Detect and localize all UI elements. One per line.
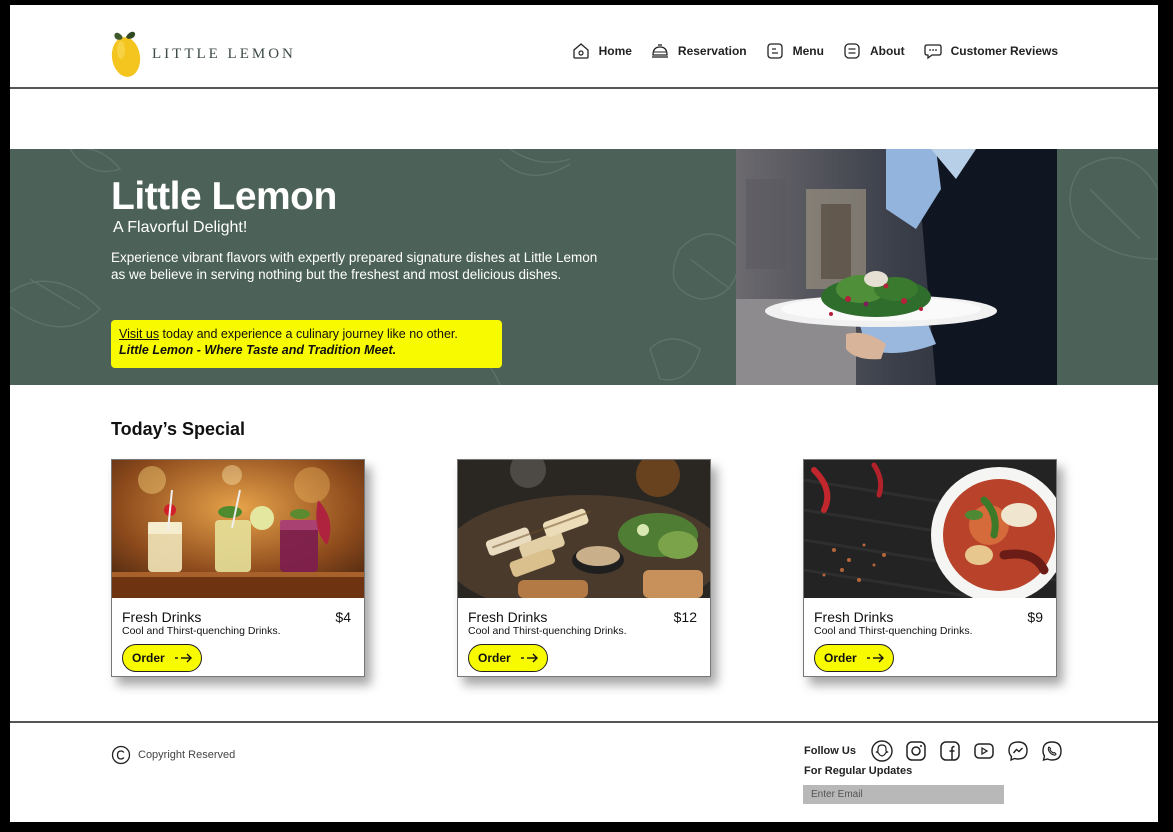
- hero-callout: Visit us today and experience a culinary…: [111, 320, 502, 368]
- hero-subtitle: A Flavorful Delight!: [113, 219, 248, 236]
- hero-title: Little Lemon: [111, 175, 337, 218]
- nav-home-label: Home: [598, 44, 632, 58]
- card-name: Fresh Drinks: [814, 609, 894, 625]
- brand-name: LITTLE LEMON: [152, 45, 296, 62]
- card-description: Cool and Thirst-quenching Drinks.: [122, 625, 281, 637]
- visit-us-link[interactable]: Visit us: [119, 327, 159, 341]
- updates-label: For Regular Updates: [804, 765, 913, 777]
- chat-icon: [923, 44, 942, 60]
- hero-description: Experience vibrant flavors with expertly…: [111, 250, 598, 282]
- lemon-logo-icon: [111, 31, 141, 77]
- special-card: Fresh Drinks $9 Cool and Thirst-quenchin…: [803, 459, 1057, 677]
- waiter-salad-image: [736, 149, 1057, 385]
- copyright: Copyright Reserved: [111, 745, 235, 765]
- callout-text: today and experience a culinary journey …: [159, 327, 458, 341]
- special-card: Fresh Drinks $12 Cool and Thirst-quenchi…: [457, 459, 711, 677]
- nav-reservation[interactable]: Reservation: [650, 41, 747, 61]
- whatsapp-icon[interactable]: [1040, 739, 1064, 763]
- nav-home[interactable]: Home: [571, 41, 632, 61]
- follow-label: Follow Us: [804, 745, 856, 757]
- arrow-right-icon: [520, 653, 538, 663]
- special-card: Fresh Drinks $4 Cool and Thirst-quenchin…: [111, 459, 365, 677]
- instagram-icon[interactable]: [904, 739, 928, 763]
- grilled-platter-image: [458, 460, 710, 598]
- nav-about-label: About: [869, 44, 905, 58]
- email-input[interactable]: [803, 785, 1004, 804]
- callout-tagline: Little Lemon - Where Taste and Tradition…: [119, 343, 397, 357]
- order-button[interactable]: Order: [122, 644, 202, 672]
- menu-icon: [766, 43, 783, 59]
- site-header: LITTLE LEMON Home Reservation Menu About: [10, 5, 1158, 89]
- about-icon: [844, 43, 860, 59]
- order-button-label: Order: [478, 651, 511, 665]
- main-nav: Home Reservation Menu About Customer Rev…: [571, 41, 1058, 61]
- nav-customer-reviews-label: Customer Reviews: [950, 44, 1058, 58]
- arrow-right-icon: [174, 653, 192, 663]
- site-footer: Copyright Reserved Follow Us For Regular…: [10, 721, 1158, 822]
- home-icon: [572, 43, 589, 59]
- nav-menu[interactable]: Menu: [765, 41, 824, 61]
- order-button-label: Order: [132, 651, 165, 665]
- nav-about[interactable]: About: [842, 41, 905, 61]
- messenger-icon[interactable]: [1006, 739, 1030, 763]
- social-links: Follow Us: [804, 739, 1064, 763]
- copyright-text: Copyright Reserved: [138, 749, 236, 761]
- nav-reservation-label: Reservation: [677, 44, 747, 58]
- card-name: Fresh Drinks: [122, 609, 202, 625]
- card-price: $4: [335, 609, 351, 625]
- order-button-label: Order: [824, 651, 857, 665]
- order-button[interactable]: Order: [814, 644, 894, 672]
- nav-customer-reviews[interactable]: Customer Reviews: [923, 41, 1058, 61]
- snapchat-icon[interactable]: [870, 739, 894, 763]
- logo[interactable]: LITTLE LEMON: [110, 27, 296, 79]
- page-frame: LITTLE LEMON Home Reservation Menu About: [10, 5, 1158, 822]
- reservation-icon: [651, 44, 668, 58]
- specials-title: Today’s Special: [111, 419, 246, 439]
- cocktails-image: [112, 460, 364, 598]
- order-button[interactable]: Order: [468, 644, 548, 672]
- curry-bowl-image: [804, 460, 1056, 598]
- card-description: Cool and Thirst-quenching Drinks.: [468, 625, 627, 637]
- card-description: Cool and Thirst-quenching Drinks.: [814, 625, 973, 637]
- nav-menu-label: Menu: [792, 44, 824, 58]
- card-name: Fresh Drinks: [468, 609, 548, 625]
- youtube-icon[interactable]: [972, 739, 996, 763]
- card-price: $12: [673, 609, 697, 625]
- waiter-salad-illustration: [736, 149, 1057, 385]
- arrow-right-icon: [866, 653, 884, 663]
- copyright-icon: [111, 745, 131, 765]
- hero-banner: Little Lemon A Flavorful Delight! Experi…: [10, 149, 1158, 385]
- card-price: $9: [1027, 609, 1043, 625]
- facebook-icon[interactable]: [938, 739, 962, 763]
